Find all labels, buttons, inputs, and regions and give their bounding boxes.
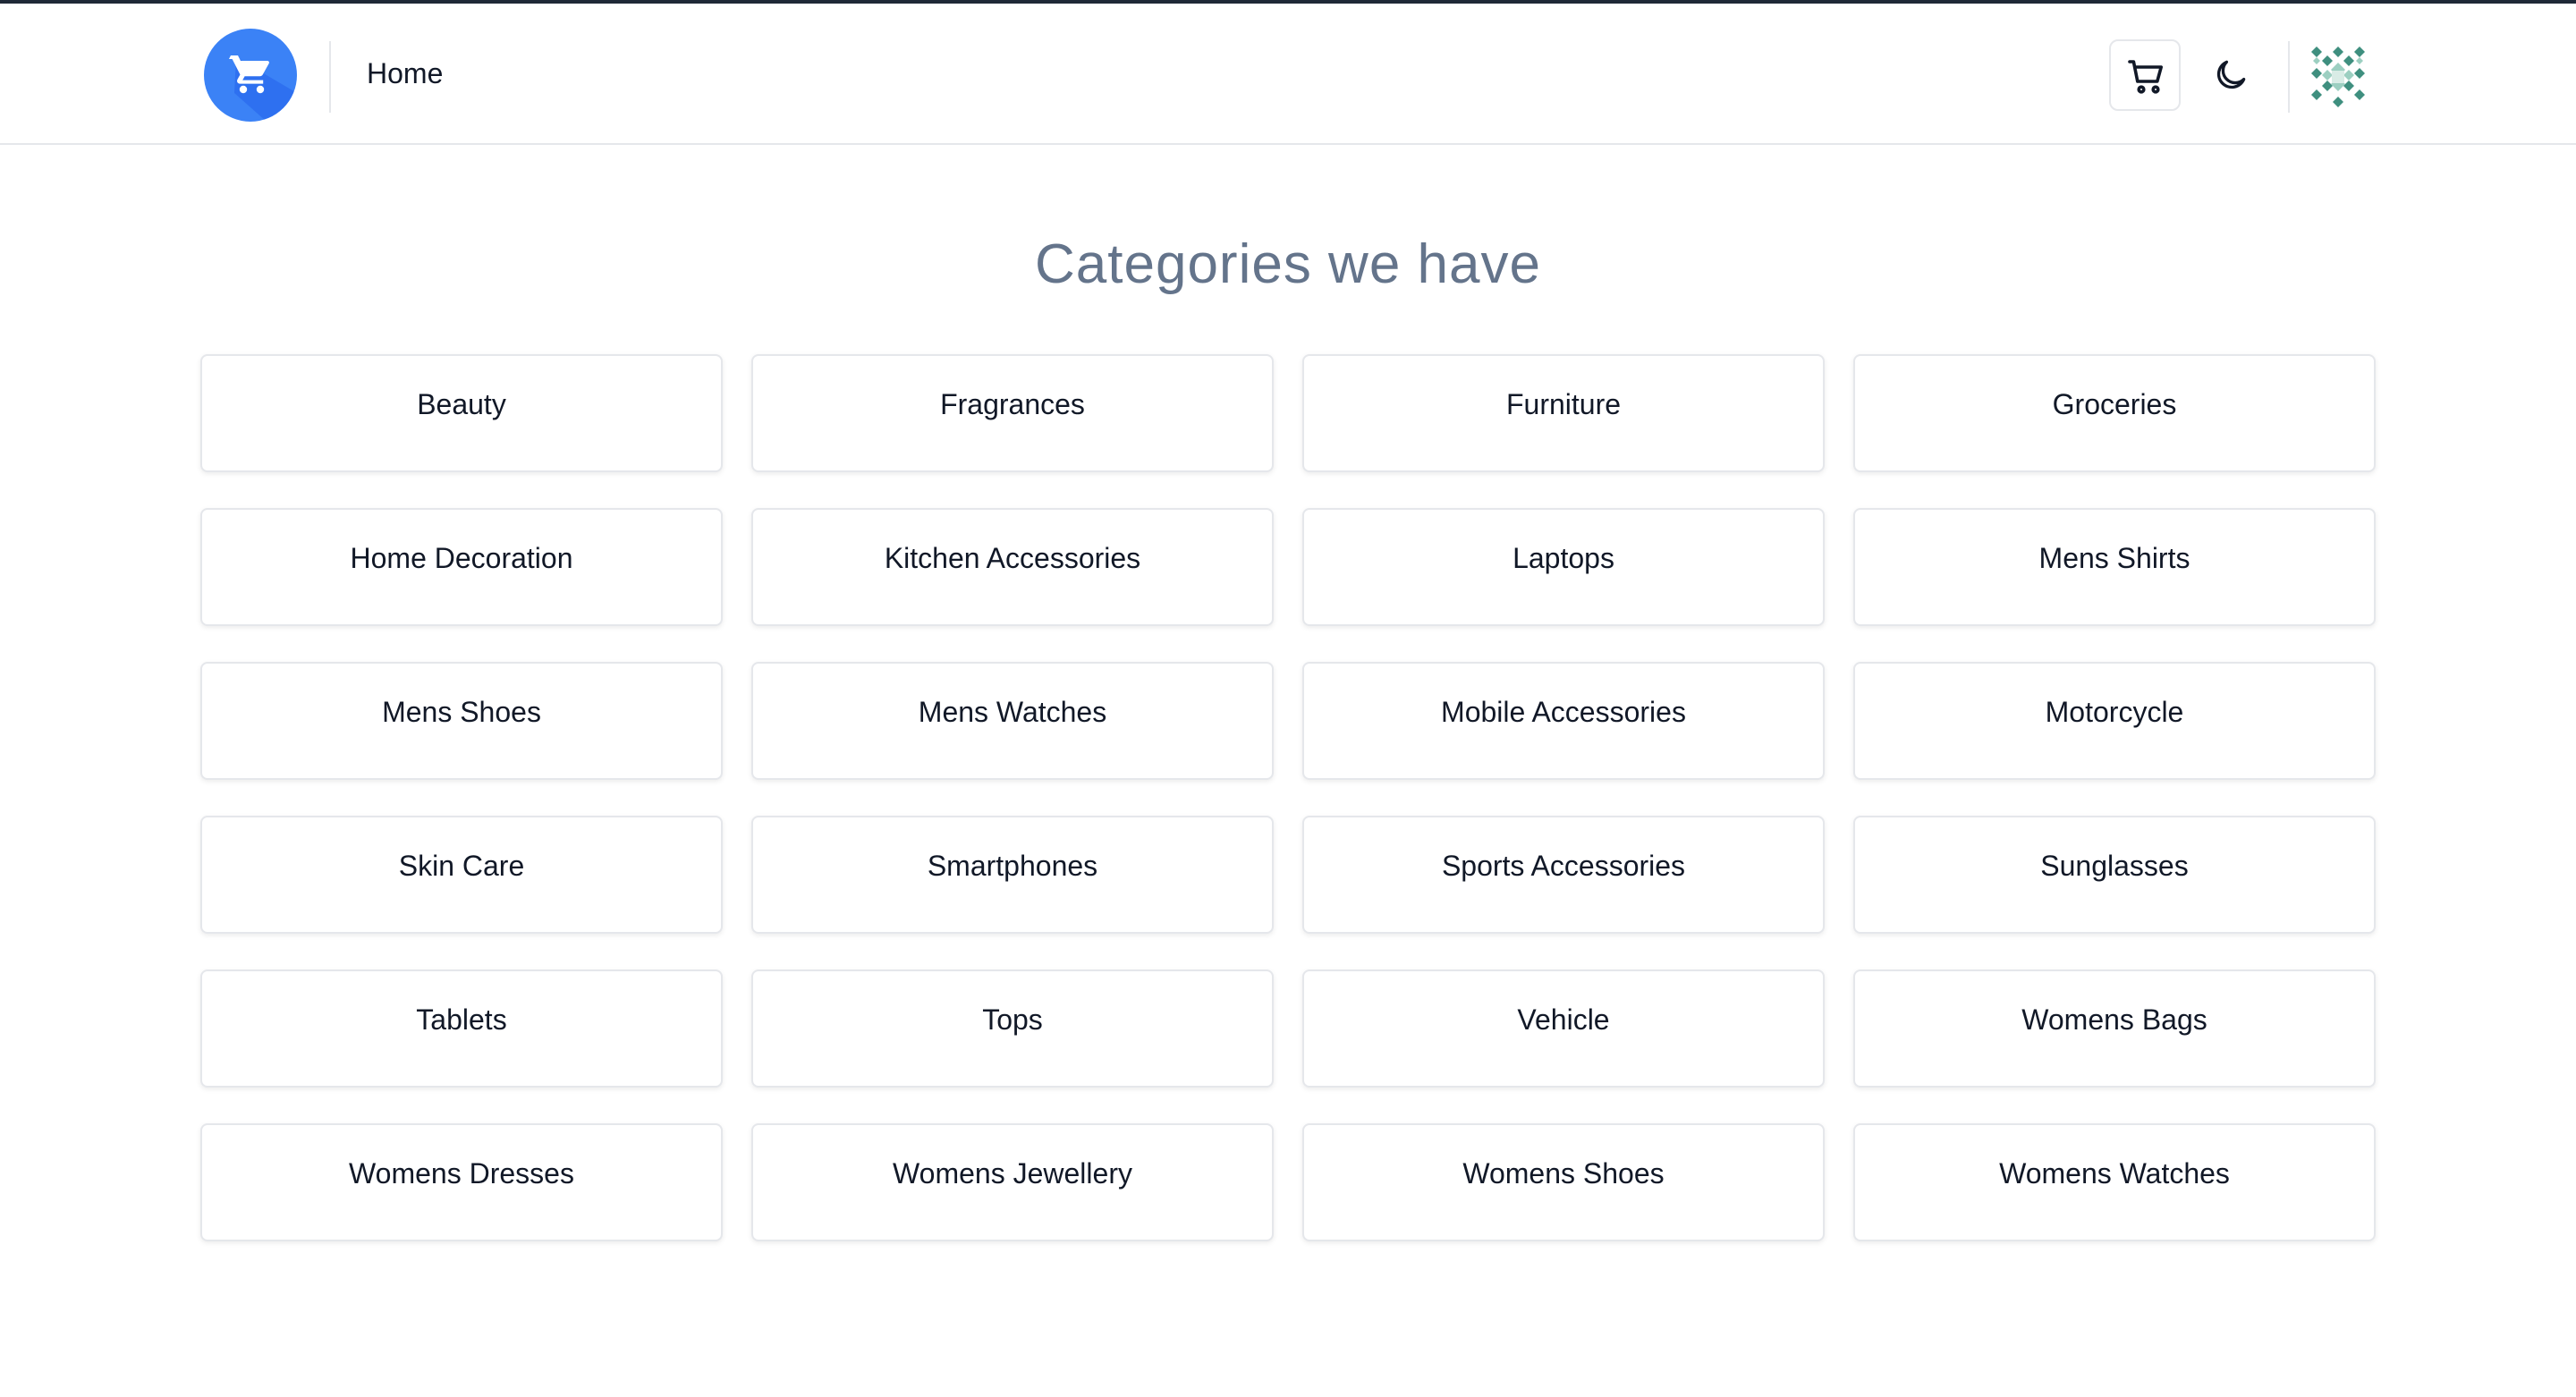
category-label: Womens Bags — [2021, 1003, 2207, 1036]
category-label: Mens Shoes — [382, 696, 541, 728]
user-avatar[interactable] — [2306, 45, 2370, 109]
category-label: Mens Shirts — [2038, 542, 2190, 574]
category-label: Mens Watches — [918, 696, 1107, 728]
category-card[interactable]: Vehicle — [1302, 969, 1825, 1088]
category-card[interactable]: Kitchen Accessories — [751, 508, 1274, 626]
moon-icon — [2216, 60, 2246, 89]
category-label: Beauty — [417, 388, 506, 420]
category-card[interactable]: Mens Shirts — [1853, 508, 2376, 626]
category-card[interactable]: Groceries — [1853, 354, 2376, 472]
category-label: Womens Dresses — [349, 1157, 574, 1190]
category-label: Skin Care — [398, 850, 525, 882]
category-card[interactable]: Furniture — [1302, 354, 1825, 472]
category-card[interactable]: Motorcycle — [1853, 662, 2376, 780]
category-card[interactable]: Fragrances — [751, 354, 1274, 472]
category-label: Womens Shoes — [1462, 1157, 1665, 1190]
logo[interactable] — [204, 29, 297, 122]
category-card[interactable]: Womens Bags — [1853, 969, 2376, 1088]
shopping-cart-icon — [229, 55, 297, 122]
identicon-avatar-icon — [2311, 47, 2365, 107]
category-card[interactable]: Home Decoration — [200, 508, 723, 626]
theme-toggle-button[interactable] — [2195, 39, 2267, 111]
category-label: Furniture — [1505, 388, 1622, 420]
category-card[interactable]: Sunglasses — [1853, 816, 2376, 934]
category-card[interactable]: Sports Accessories — [1302, 816, 1825, 934]
category-card[interactable]: Womens Shoes — [1302, 1123, 1825, 1241]
top-navbar: Home — [0, 4, 2576, 145]
category-label: Womens Jewellery — [893, 1157, 1132, 1190]
category-label: Home Decoration — [350, 542, 573, 574]
category-label: Groceries — [2052, 388, 2177, 420]
category-card[interactable]: Tablets — [200, 969, 723, 1088]
category-label: Laptops — [1513, 542, 1614, 574]
category-label: Sunglasses — [2040, 850, 2189, 882]
nav-divider-right — [2288, 41, 2290, 113]
category-label: Womens Watches — [1999, 1157, 2230, 1190]
category-card[interactable]: Mens Shoes — [200, 662, 723, 780]
category-label: Fragrances — [940, 388, 1085, 420]
category-card[interactable]: Mens Watches — [751, 662, 1274, 780]
category-label: Vehicle — [1517, 1003, 1610, 1036]
category-card[interactable]: Mobile Accessories — [1302, 662, 1825, 780]
category-card[interactable]: Tops — [751, 969, 1274, 1088]
nav-divider — [329, 41, 331, 113]
cart-icon — [2128, 60, 2163, 94]
category-label: Motorcycle — [2045, 696, 2184, 728]
page-title: Categories we have — [1035, 233, 1541, 295]
category-grid: Beauty Fragrances Furniture Groceries Home D… — [200, 354, 2376, 1241]
category-card[interactable]: Womens Jewellery — [751, 1123, 1274, 1241]
category-card[interactable]: Womens Watches — [1853, 1123, 2376, 1241]
category-card[interactable]: Smartphones — [751, 816, 1274, 934]
category-label: Tablets — [416, 1003, 507, 1036]
category-label: Tops — [982, 1003, 1043, 1036]
category-label: Kitchen Accessories — [884, 542, 1141, 574]
category-card[interactable]: Laptops — [1302, 508, 1825, 626]
cart-button[interactable] — [2109, 39, 2181, 111]
category-card[interactable]: Skin Care — [200, 816, 723, 934]
category-label: Mobile Accessories — [1441, 696, 1686, 728]
nav-home-link[interactable]: Home — [367, 55, 443, 91]
category-card[interactable]: Womens Dresses — [200, 1123, 723, 1241]
category-label: Smartphones — [927, 850, 1098, 882]
category-card[interactable]: Beauty — [200, 354, 723, 472]
category-label: Sports Accessories — [1441, 850, 1686, 882]
